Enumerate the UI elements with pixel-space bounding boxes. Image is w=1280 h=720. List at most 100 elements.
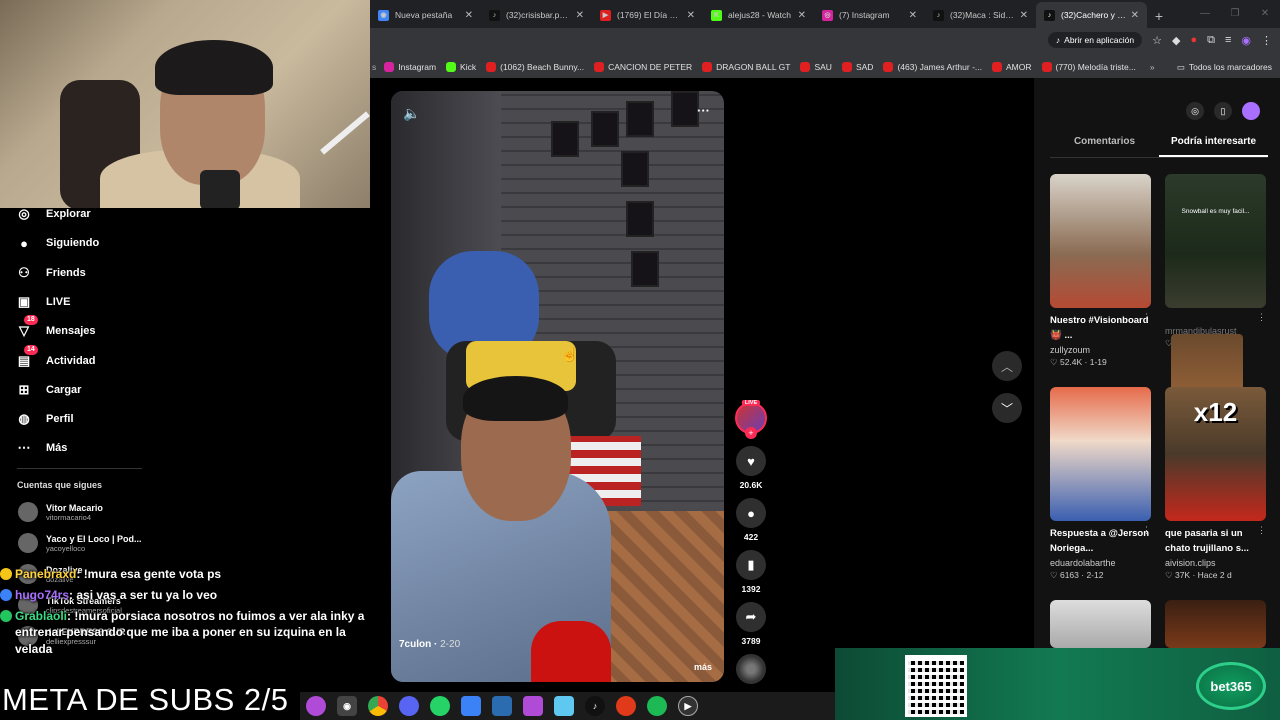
sidebar-item-friends[interactable]: ⚇ Friends [14,263,86,283]
profile-avatar-icon[interactable]: ◉ [1241,34,1251,47]
window-controls: — ❐ ✕ [1190,0,1280,28]
browser-tab[interactable]: K alejus28 - Watch ✕ [703,2,814,28]
compass-tool-icon[interactable]: ◎ [1186,102,1204,120]
tab-favicon-icon: ◉ [378,9,389,21]
sidebar-item-siguiendo[interactable]: ● Siguiendo [14,233,99,253]
bookmark-favicon-icon [446,62,457,72]
sidebar-item-cargar[interactable]: ⊞ Cargar [14,380,82,400]
sidebar-item-live[interactable]: ▣ LIVE [14,292,71,312]
close-tab-icon[interactable]: ✕ [909,10,917,21]
bookmark-item[interactable]: (1062) Beach Bunny... [486,62,584,72]
bookmark-item[interactable]: CANCION DE PETER [594,62,692,72]
bookmarks-overflow-icon[interactable]: » [1150,62,1155,72]
bookmark-item[interactable]: (770) Melodía triste... [1041,62,1136,72]
bookmark-item[interactable]: AMOR [992,62,1032,72]
tiktok-app-icon[interactable]: ♪ [585,696,605,716]
calculator-icon[interactable] [461,696,481,716]
recommended-card[interactable]: ⋮ Respuesta a @Jerson Noriega... eduardo… [1050,387,1151,581]
kebab-icon[interactable]: ⋮ [1142,525,1151,536]
extension-icon[interactable]: ◆ [1172,34,1180,47]
app-icon[interactable] [306,696,326,716]
close-tab-icon[interactable]: ✕ [1131,10,1139,21]
bookmark-item[interactable]: Instagram [384,62,436,72]
word-icon[interactable] [492,696,512,716]
puzzle-icon[interactable]: ⧉ [1207,34,1215,47]
browser-tab[interactable]: ▶ (1769) El Día De I ✕ [592,2,703,28]
whatsapp-icon[interactable] [430,696,450,716]
user-avatar-icon[interactable] [1242,102,1260,120]
star-icon[interactable]: ☆ [1152,34,1162,47]
sidebar-item-explorar[interactable]: ◎ Explorar [14,204,90,224]
close-tab-icon[interactable]: ✕ [576,10,584,21]
tab-recommended[interactable]: Podría interesarte [1159,136,1268,157]
browser-tab[interactable]: ♪ (32)Maca : Sideral ✕ [925,2,1036,28]
media-player-icon[interactable]: ▶ [678,696,698,716]
close-tab-icon[interactable]: ✕ [1020,10,1028,21]
bookmarks-bar: s Instagram Kick (1062) Beach Bunny... C… [370,56,1280,78]
tab-comments[interactable]: Comentarios [1050,136,1159,157]
tab-favicon-icon: ♪ [1044,9,1055,21]
all-bookmarks[interactable]: ▭ Todos los marcadores [1177,62,1272,73]
followed-account[interactable]: Yaco y El Loco | Pod... yacoyelloco [18,533,142,553]
queue-icon[interactable]: ≡ [1225,34,1231,46]
volume-icon[interactable]: 🔈 [403,105,420,122]
recommended-card[interactable]: Snowball es muy facil... ⋮ mrmandibulasr… [1165,174,1266,424]
bookmark-item[interactable]: (463) James Arthur -... [883,62,982,72]
close-window-icon[interactable]: ✕ [1250,0,1280,28]
sidebar-item-perfil[interactable]: ◍ Perfil [14,409,73,429]
close-tab-icon[interactable]: ✕ [687,10,695,21]
minimize-icon[interactable]: — [1190,0,1220,28]
kebab-icon[interactable]: ⋮ [1257,312,1266,323]
sidebar-item-mensajes[interactable]: ▽ 18 Mensajes [14,315,96,341]
bookmark-item[interactable]: SAU [800,62,832,72]
recommended-card[interactable]: x12 ⋮ que pasaria si un chato trujillano… [1165,387,1266,581]
close-tab-icon[interactable]: ✕ [465,10,473,21]
new-tab-button[interactable]: + [1147,4,1171,28]
follow-plus-icon[interactable]: + [745,427,757,439]
chrome-icon[interactable] [368,696,388,716]
music-disc[interactable] [734,654,768,684]
video-author[interactable]: 7culon · 2-20 [399,639,460,650]
sidebar-item-ms[interactable]: ⋯ Más [14,438,68,458]
phone-icon[interactable]: ▯ [1214,102,1232,120]
browser-tab[interactable]: ♪ (32)crisisbar.pe (@ ✕ [481,2,592,28]
discord-icon[interactable] [399,696,419,716]
more-link[interactable]: más [694,662,712,672]
recommended-card[interactable] [1050,600,1151,648]
previous-video-button[interactable]: ︿ [992,351,1022,381]
folder-app-icon[interactable] [554,696,574,716]
app-icon[interactable] [523,696,543,716]
browser-tab[interactable]: ◎ (7) Instagram ✕ [814,2,925,28]
like-button[interactable]: ♥ 20.6K [734,446,768,490]
bookmark-item[interactable]: SAD [841,62,873,72]
video-player[interactable]: 🔈 ··· ☝ 7culon · 2-20 más [391,91,724,682]
spotify-icon[interactable] [647,696,667,716]
obs-icon[interactable]: ◉ [337,696,357,716]
recommended-card[interactable]: ⋮ Nuestro #Visionboard 👹 ... zullyzoum ♡… [1050,174,1151,368]
share-button[interactable]: ➦ 3789 [734,602,768,646]
cursor-icon: ☝ [561,346,579,362]
recommended-card[interactable] [1165,600,1266,648]
kebab-icon[interactable]: ⋮ [1257,525,1266,536]
creator-avatar[interactable]: LIVE + [734,400,768,439]
save-button[interactable]: ▮ 1392 [734,550,768,594]
mic-arm [320,111,370,155]
comment-button[interactable]: ● 422 [734,498,768,542]
bookmark-item[interactable]: DRAGON BALL GT [702,62,790,72]
menu-icon[interactable]: ⋮ [1261,34,1272,47]
browser-tab[interactable]: ♪ (32)Cachero y los ✕ [1036,2,1147,28]
extension-red-icon[interactable]: ● [1190,34,1197,46]
card-thumbnail [1050,387,1151,521]
browser-tab[interactable]: ◉ Nueva pestaña ✕ [370,2,481,28]
more-options-icon[interactable]: ··· [697,103,710,118]
open-in-app-button[interactable]: ♪ Abrir en aplicación [1047,32,1143,48]
bookmark-favicon-icon [992,62,1002,72]
followed-account[interactable]: Vitor Macario vitormacario4 [18,502,103,522]
close-tab-icon[interactable]: ✕ [798,10,806,21]
sidebar-item-actividad[interactable]: ▤ 14 Actividad [14,344,96,371]
next-video-button[interactable]: ﹀ [992,393,1022,423]
bookmark-item[interactable]: Kick [446,62,476,72]
maximize-icon[interactable]: ❐ [1220,0,1250,28]
kebab-icon[interactable]: ⋮ [1142,312,1151,323]
app-icon[interactable] [616,696,636,716]
